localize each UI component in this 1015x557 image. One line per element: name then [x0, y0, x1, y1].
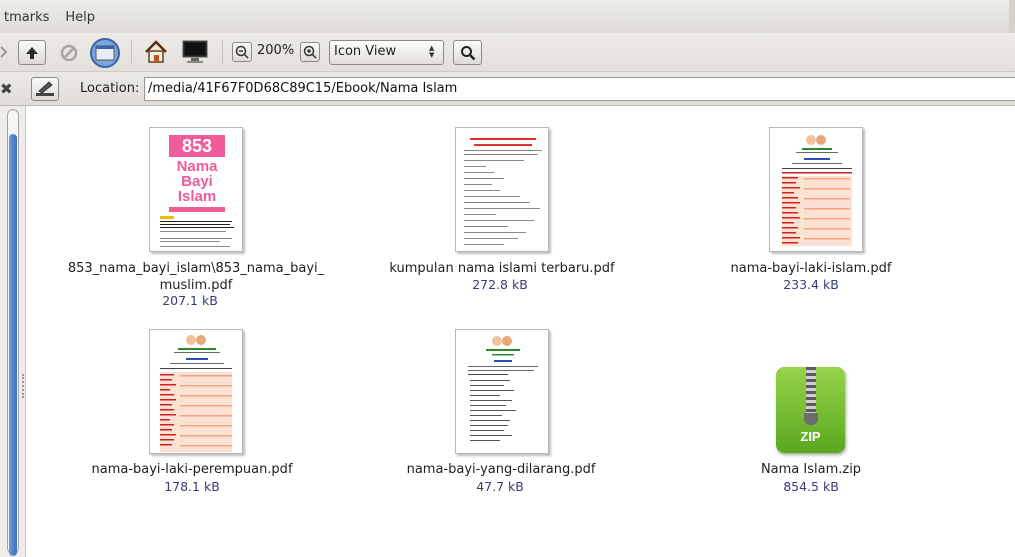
arrow-up-icon	[26, 46, 38, 59]
chevron-updown-icon: ▲ ▼	[429, 44, 435, 59]
edit-icon	[36, 81, 54, 96]
pdf-thumbnail	[769, 127, 863, 252]
pdf-thumbnail	[455, 329, 549, 454]
thumb-line3: Islam	[177, 188, 217, 205]
page-art	[782, 135, 852, 246]
menubar: tmarks Help	[0, 0, 1015, 33]
file-size: 272.8 kB	[472, 277, 528, 292]
search-button[interactable]	[453, 40, 482, 65]
view-mode-select[interactable]: Icon View ▲ ▼	[329, 40, 444, 65]
close-icon[interactable]: ✖	[0, 80, 13, 98]
toolbar: 200% Icon View ▲ ▼	[0, 33, 1015, 72]
computer-icon	[182, 40, 208, 63]
side-scroll-thumb[interactable]	[9, 134, 17, 556]
file-size: 47.7 kB	[476, 479, 524, 494]
location-label: Location:	[80, 81, 140, 96]
reload-icon	[90, 38, 120, 68]
computer-button[interactable]	[180, 38, 210, 66]
toggle-location-button[interactable]	[31, 77, 59, 101]
side-scrollbar[interactable]	[7, 109, 19, 556]
forward-icon[interactable]	[0, 45, 8, 59]
up-button[interactable]	[18, 40, 46, 65]
file-name[interactable]: Nama Islam.zip	[681, 461, 941, 478]
menu-bookmarks[interactable]: tmarks	[0, 0, 57, 33]
zoom-out-button[interactable]	[232, 42, 252, 62]
pdf-thumbnail	[149, 329, 243, 454]
menu-help[interactable]: Help	[57, 0, 103, 33]
location-bar: ✖ Location: /media/41F67F0D68C89C15/Eboo…	[0, 72, 1015, 106]
file-name[interactable]: 853_nama_bayi_islam\853_nama_bayi_ musli…	[66, 260, 326, 294]
page-art	[468, 336, 538, 441]
home-icon	[145, 40, 167, 63]
file-name[interactable]: nama-bayi-laki-islam.pdf	[681, 260, 941, 277]
zoom-out-icon	[235, 45, 249, 59]
zip-icon-label: ZIP	[800, 429, 821, 444]
view-mode-value: Icon View	[334, 44, 397, 59]
file-name[interactable]: nama-bayi-yang-dilarang.pdf	[371, 461, 631, 478]
file-size: 233.4 kB	[783, 277, 839, 292]
location-input[interactable]: /media/41F67F0D68C89C15/Ebook/Nama Islam	[144, 77, 1015, 101]
zoom-level: 200%	[257, 43, 295, 58]
file-name[interactable]: kumpulan nama islami terbaru.pdf	[372, 260, 632, 277]
pane-resize-handle[interactable]	[22, 374, 24, 398]
search-icon	[460, 45, 475, 60]
file-size: 178.1 kB	[164, 479, 220, 494]
stop-icon	[60, 44, 78, 62]
thumb-line1: Nama	[176, 158, 218, 175]
pdf-thumbnail: 853 Nama Bayi Islam	[149, 127, 243, 252]
page-art	[160, 335, 232, 452]
thumb-line2: Bayi	[181, 173, 213, 190]
reload-button[interactable]	[88, 37, 122, 69]
pdf-thumbnail	[455, 127, 549, 252]
file-size: 207.1 kB	[162, 293, 218, 308]
side-pane	[0, 106, 26, 557]
thumb-number: 853	[169, 135, 225, 157]
file-size: 854.5 kB	[783, 479, 839, 494]
file-name[interactable]: nama-bayi-laki-perempuan.pdf	[62, 461, 322, 478]
zoom-in-icon	[303, 45, 317, 59]
zoom-in-button[interactable]	[300, 42, 320, 62]
stop-button[interactable]	[58, 42, 80, 64]
home-button[interactable]	[142, 38, 170, 66]
zip-icon: ZIP	[776, 367, 845, 453]
